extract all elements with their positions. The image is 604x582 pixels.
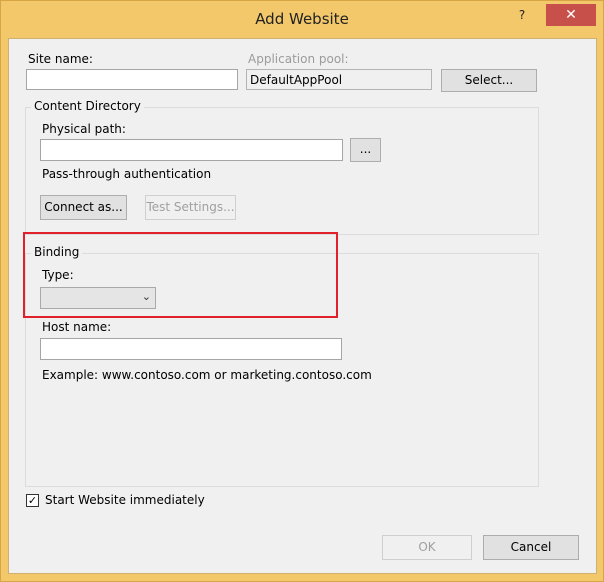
connect-as-button[interactable]: Connect as... <box>40 195 127 220</box>
title-bar[interactable]: Add Website ? ✕ <box>1 1 603 39</box>
host-name-example-text: Example: www.contoso.com or marketing.co… <box>42 368 372 382</box>
dialog-client-area: Site name: Application pool: DefaultAppP… <box>8 38 597 574</box>
content-directory-title: Content Directory <box>31 99 144 113</box>
close-button[interactable]: ✕ <box>546 4 596 26</box>
site-name-input[interactable] <box>26 69 238 90</box>
host-name-label: Host name: <box>42 320 112 334</box>
ok-button[interactable]: OK <box>382 535 472 560</box>
checkmark-icon: ✓ <box>27 494 38 507</box>
host-name-input[interactable] <box>40 338 342 360</box>
start-website-checkbox[interactable]: ✓ <box>26 494 39 507</box>
physical-path-label: Physical path: <box>42 122 126 136</box>
physical-path-input[interactable] <box>40 139 343 161</box>
application-pool-label: Application pool: <box>248 52 349 66</box>
close-icon: ✕ <box>565 7 577 23</box>
highlight-annotation <box>23 232 338 318</box>
site-name-label: Site name: <box>28 52 93 66</box>
help-button[interactable]: ? <box>499 4 545 26</box>
cancel-button[interactable]: Cancel <box>483 535 579 560</box>
add-website-dialog: Add Website ? ✕ Site name: Application p… <box>0 0 604 582</box>
pass-through-authentication-label: Pass-through authentication <box>42 167 212 181</box>
application-pool-field: DefaultAppPool <box>246 69 432 90</box>
test-settings-button[interactable]: Test Settings... <box>145 195 236 220</box>
start-website-label[interactable]: Start Website immediately <box>45 493 205 507</box>
select-application-pool-button[interactable]: Select... <box>441 69 537 92</box>
browse-path-button[interactable]: ... <box>350 138 381 162</box>
